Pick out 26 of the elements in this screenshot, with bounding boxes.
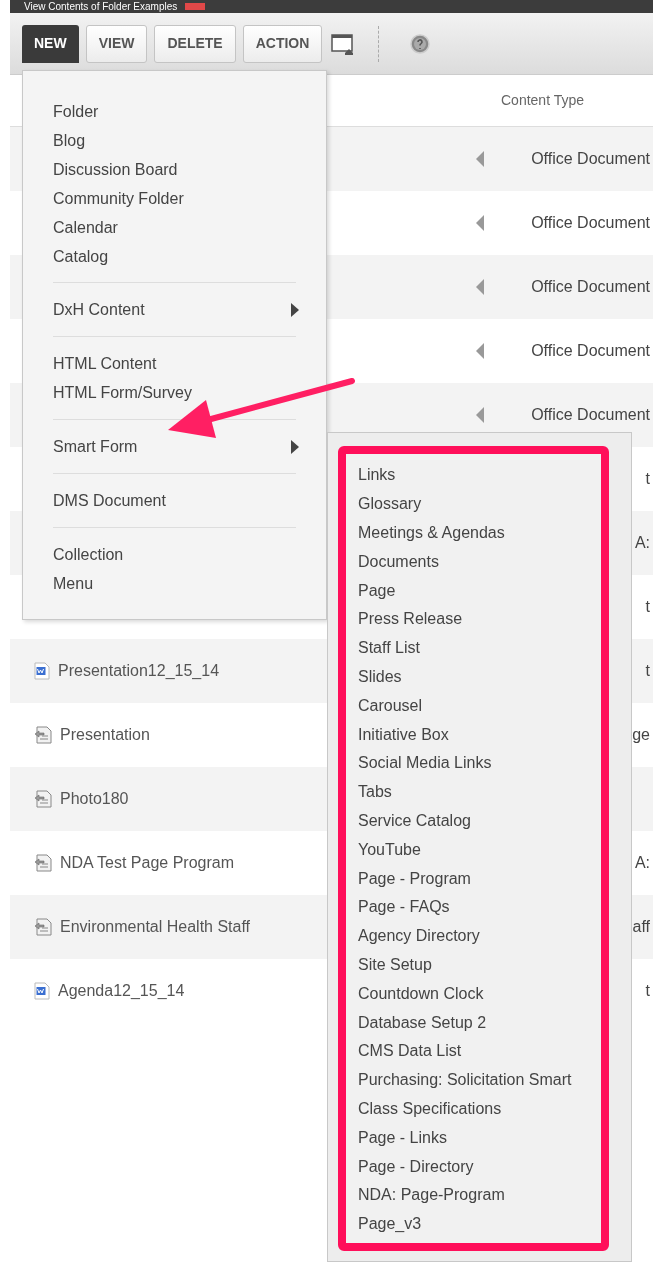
menu-item-label: Discussion Board [53, 159, 178, 180]
menu-item-label: Smart Form [53, 436, 138, 457]
content-type-cell-text: t [645, 661, 650, 681]
content-type-cell-text: t [645, 469, 650, 489]
menu-item-label: Collection [53, 544, 124, 565]
menu-item-label: Calendar [53, 217, 118, 238]
menu-item-label: Menu [53, 573, 94, 594]
menu-item-label: HTML Form/Survey [53, 382, 192, 403]
content-type-cell-text: t [645, 597, 650, 617]
content-type-cell-text: A: [634, 533, 650, 553]
menu-item-label: DxH Content [53, 299, 145, 320]
content-type-cell-text: aff [632, 917, 650, 937]
content-type-cell-text: Office Document [531, 405, 650, 425]
window-title: View Contents of Folder Examples [24, 1, 178, 12]
content-type-cell-text: Office Document [531, 341, 650, 361]
content-type-cell-text: Office Document [531, 277, 650, 297]
content-type-cell-text: t [645, 981, 650, 1001]
content-type-cell-text: ge [632, 725, 650, 745]
menu-item-label: Folder [53, 101, 99, 122]
content-type-cell-text: Office Document [531, 149, 650, 169]
menu-item-label: Blog [53, 130, 86, 151]
menu-item-label: DMS Document [53, 490, 166, 511]
content-type-cell-text: A: [634, 853, 650, 873]
content-type-cell-text: Office Document [531, 213, 650, 233]
menu-item-label: HTML Content [53, 353, 157, 374]
menu-item-label: Community Folder [53, 188, 184, 209]
